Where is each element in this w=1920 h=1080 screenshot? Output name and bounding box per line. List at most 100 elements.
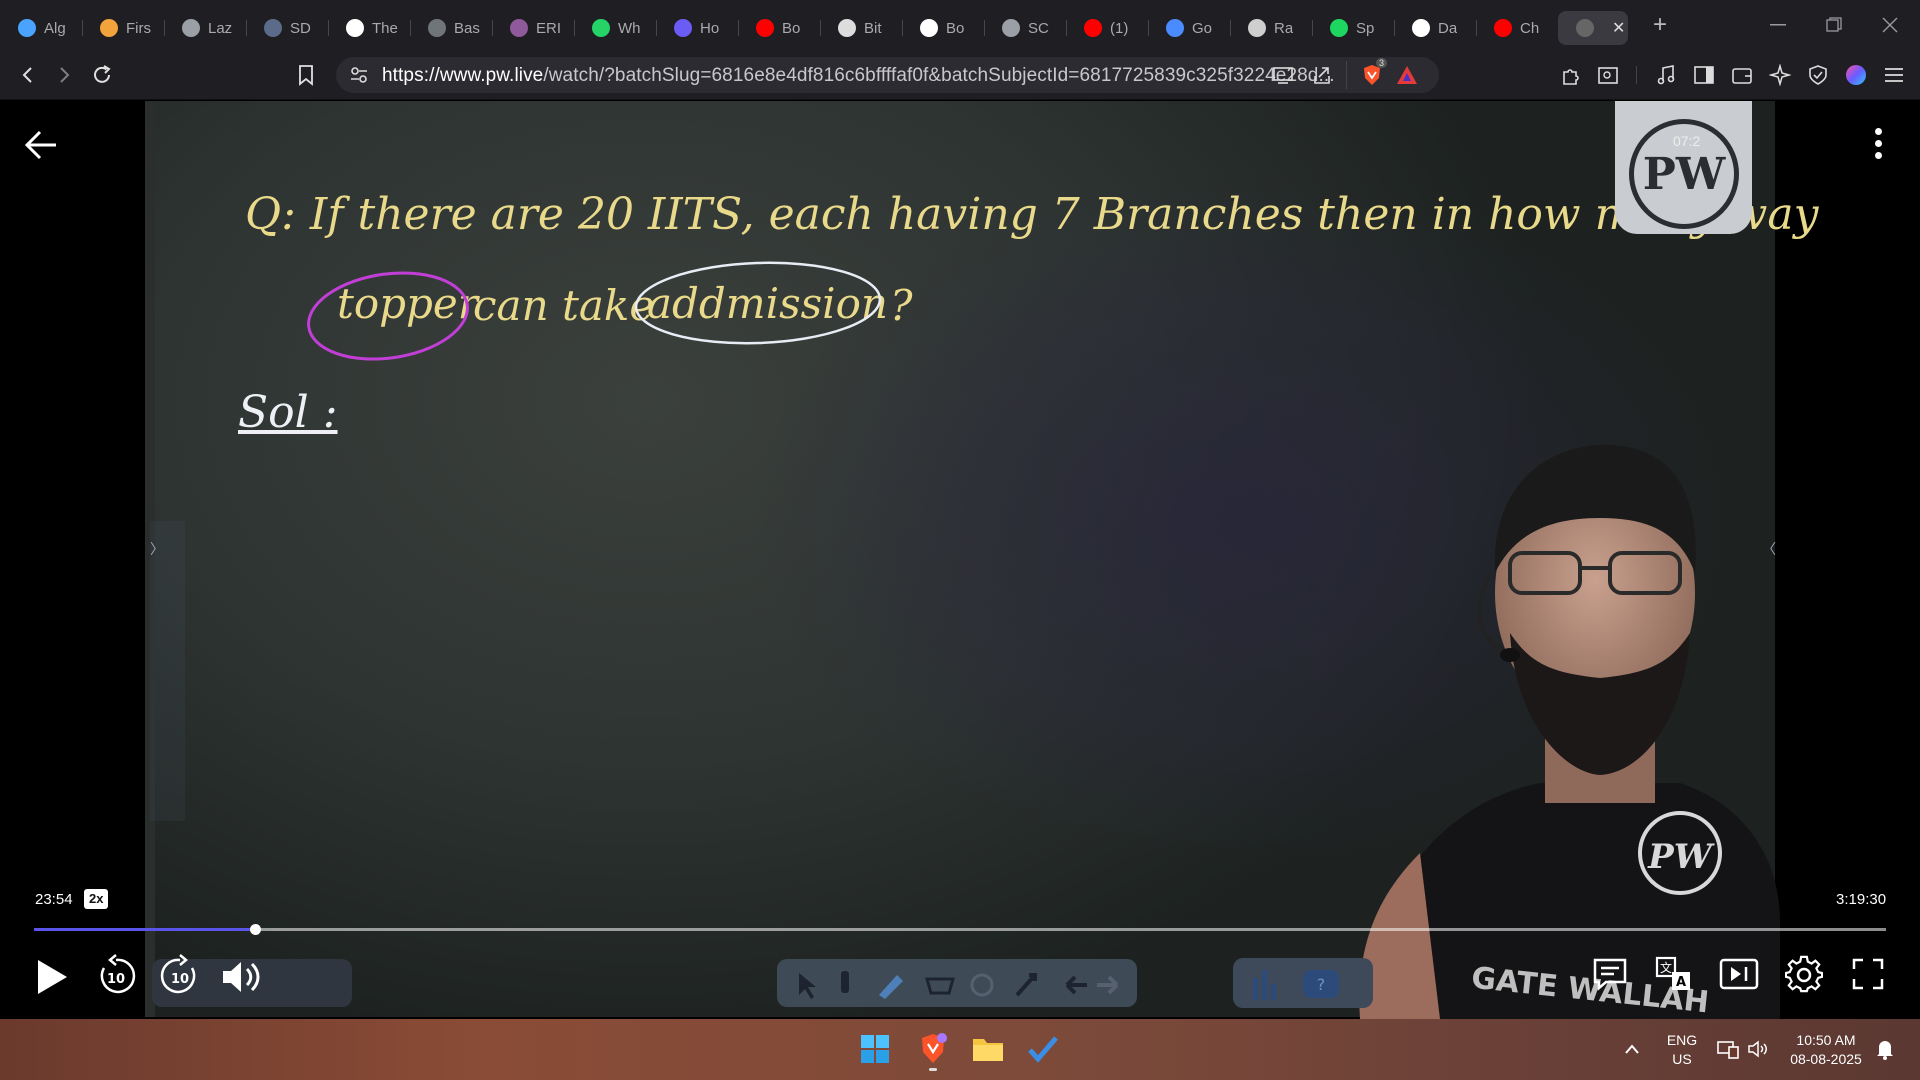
rewind-10-button[interactable]: 10 (94, 954, 138, 998)
url-text[interactable]: https://www.pw.live/watch/?batchSlug=681… (382, 65, 1335, 87)
browser-tab[interactable]: Bo (902, 11, 984, 45)
vpn-button[interactable] (1802, 59, 1834, 91)
new-tab-button[interactable]: + (1640, 11, 1680, 39)
tray-overflow-button[interactable] (1614, 1031, 1650, 1067)
player-back-button[interactable] (22, 125, 62, 165)
browser-tab[interactable]: Da (1394, 11, 1476, 45)
tab-close-icon[interactable]: ✕ (1612, 18, 1625, 38)
question-line-1: Q: If there are 20 IITS, each having 7 B… (245, 189, 1819, 240)
playlist-next-icon (1719, 958, 1759, 990)
board-edge-marker-left: 〉 (150, 541, 164, 557)
windows-taskbar: ENG US 10:50 AM 08-08-2025 (0, 1019, 1920, 1080)
browser-tab[interactable]: Go (1148, 11, 1230, 45)
start-button[interactable] (857, 1031, 893, 1067)
url-host: https://www.pw.live (382, 65, 544, 86)
restore-button[interactable] (1806, 0, 1862, 50)
browser-tab[interactable]: Ho (656, 11, 738, 45)
browser-tab[interactable]: The (328, 11, 410, 45)
tab-title: Firs (126, 19, 151, 37)
brain-icon (510, 19, 528, 37)
video-player[interactable]: Q: If there are 20 IITS, each having 7 B… (0, 101, 1920, 1019)
address-bar[interactable]: https://www.pw.live/watch/?batchSlug=681… (336, 57, 1439, 93)
google-icon (920, 19, 938, 37)
share-icon[interactable] (1311, 64, 1333, 86)
back-nav-button[interactable] (12, 59, 44, 91)
notifications-button[interactable] (1867, 1031, 1903, 1067)
playback-speed-button[interactable]: 2x (84, 889, 109, 909)
tab-title: Bas (454, 19, 480, 37)
browser-tab[interactable]: SC (984, 11, 1066, 45)
next-video-button[interactable] (1718, 954, 1760, 994)
tab-title: Ra (1274, 19, 1294, 37)
globe-icon (1002, 19, 1020, 37)
wallet-button[interactable] (1726, 59, 1758, 91)
sidebar-button[interactable] (1688, 59, 1720, 91)
puzzle-icon (1563, 69, 1579, 85)
restore-icon (1826, 17, 1842, 32)
browser-tab-active[interactable]: ✕ (1558, 11, 1628, 45)
input-language-button[interactable]: ENG US (1660, 1031, 1704, 1069)
play-button[interactable] (32, 957, 72, 997)
chat-button[interactable] (1590, 954, 1630, 994)
taskbar-brave-button[interactable] (915, 1031, 951, 1071)
youtube-icon (1084, 19, 1102, 37)
brave-rewards-icon[interactable] (1396, 64, 1418, 86)
chevron-left-icon (22, 67, 32, 83)
reload-button[interactable] (86, 59, 118, 91)
reader-button[interactable] (1592, 59, 1624, 91)
taskbar-todo-button[interactable] (1025, 1031, 1061, 1067)
spotify-icon (1330, 19, 1348, 37)
chevron-up-icon (1625, 1044, 1639, 1054)
browser-tab[interactable]: Ra (1230, 11, 1312, 45)
whatsapp-icon (592, 19, 610, 37)
rewind-label: 10 (107, 972, 125, 987)
extensions-button[interactable] (1555, 59, 1587, 91)
taskbar-explorer-button[interactable] (970, 1031, 1006, 1067)
browser-tab[interactable]: SD (246, 11, 328, 45)
browser-tab[interactable]: Bo (738, 11, 820, 45)
wallet-icon (1732, 68, 1752, 84)
minimize-button[interactable] (1750, 0, 1806, 50)
svg-text:文: 文 (1660, 960, 1672, 975)
board-toolstrip-right: ? (1233, 958, 1373, 1008)
fullscreen-button[interactable] (1848, 954, 1888, 994)
window-close-button[interactable] (1862, 0, 1918, 50)
forward-10-button[interactable]: 10 (158, 954, 202, 998)
bookmark-icon (674, 19, 692, 37)
cast-icon[interactable] (1272, 65, 1294, 85)
translate-button[interactable]: 文A (1654, 954, 1694, 994)
site-settings-icon[interactable] (350, 66, 368, 84)
leo-ai-button[interactable] (1764, 59, 1796, 91)
browser-tab[interactable]: Wh (574, 11, 656, 45)
browser-tab[interactable]: Sp (1312, 11, 1394, 45)
bookmark-button[interactable] (290, 59, 322, 91)
grid-icon (428, 19, 446, 37)
bitly-icon (838, 19, 856, 37)
profile-button[interactable] (1840, 59, 1872, 91)
play-icon (38, 960, 67, 994)
browser-tab[interactable]: Laz (164, 11, 246, 45)
clock-button[interactable]: 10:50 AM 08-08-2025 (1774, 1031, 1878, 1069)
browser-tab[interactable]: Bit (820, 11, 902, 45)
browser-tab[interactable]: (1) (1066, 11, 1148, 45)
main-menu-button[interactable] (1878, 59, 1910, 91)
browser-tab[interactable]: ERI (492, 11, 574, 45)
profile-avatar (1846, 65, 1866, 85)
settings-button[interactable] (1784, 954, 1824, 994)
browser-tab[interactable]: Alg (0, 11, 82, 45)
question-mark: ? (890, 281, 913, 330)
volume-tray-button[interactable] (1740, 1031, 1776, 1067)
forward-nav-button[interactable] (48, 59, 80, 91)
question-words-can-take: can take (473, 281, 655, 330)
seek-bar[interactable] (34, 924, 1886, 935)
browser-tab[interactable]: Bas (410, 11, 492, 45)
browser-tab[interactable]: Firs (82, 11, 164, 45)
current-time: 23:54 (35, 891, 73, 908)
bookmark-icon (299, 65, 313, 86)
tab-title: Laz (208, 19, 233, 37)
more-dot-icon (1874, 151, 1882, 159)
media-button[interactable] (1650, 59, 1682, 91)
volume-button[interactable] (220, 955, 264, 999)
player-more-button[interactable] (1862, 123, 1894, 163)
browser-tab[interactable]: Ch (1476, 11, 1558, 45)
